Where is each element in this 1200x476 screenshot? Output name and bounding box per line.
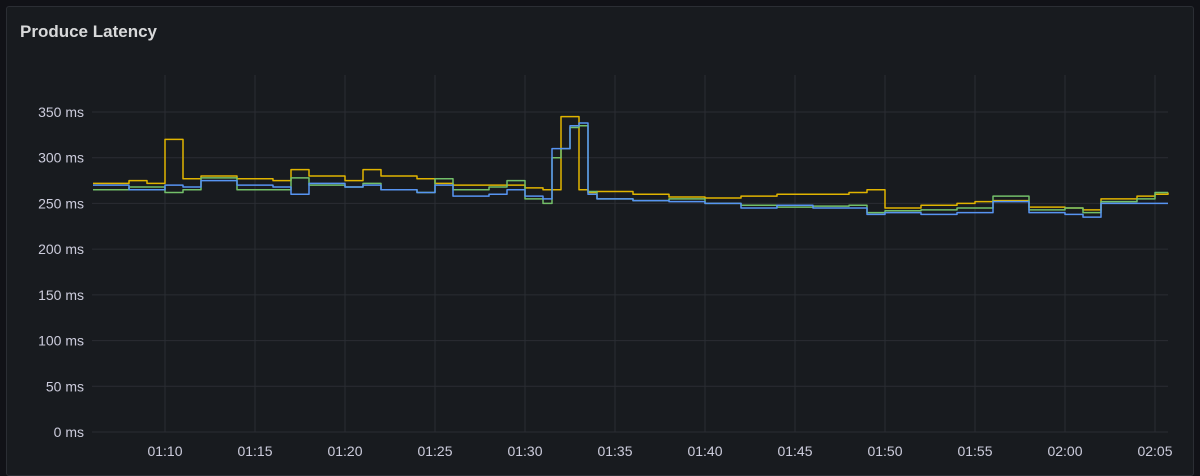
x-tick-label: 01:10 bbox=[147, 443, 182, 459]
x-tick-label: 02:05 bbox=[1137, 443, 1172, 459]
y-tick-label: 0 ms bbox=[54, 424, 84, 440]
x-tick-label: 01:20 bbox=[327, 443, 362, 459]
x-tick-label: 01:15 bbox=[237, 443, 272, 459]
y-tick-label: 100 ms bbox=[38, 333, 84, 349]
x-tick-label: 01:45 bbox=[777, 443, 812, 459]
latency-chart: 0 ms 50 ms 100 ms 150 ms 200 ms 250 ms 300 ms 3… bbox=[38, 75, 1173, 459]
y-tick-label: 150 ms bbox=[38, 287, 84, 303]
y-tick-label: 350 ms bbox=[38, 104, 84, 120]
x-tick-label: 01:35 bbox=[597, 443, 632, 459]
x-tick-label: 02:00 bbox=[1047, 443, 1082, 459]
x-tick-label: 01:30 bbox=[507, 443, 542, 459]
x-tick-label: 01:50 bbox=[867, 443, 902, 459]
y-tick-label: 200 ms bbox=[38, 241, 84, 257]
y-tick-label: 300 ms bbox=[38, 150, 84, 166]
y-tick-label: 250 ms bbox=[38, 195, 84, 211]
x-tick-label: 01:40 bbox=[687, 443, 722, 459]
y-tick-label: 50 ms bbox=[46, 378, 84, 394]
x-tick-label: 01:25 bbox=[417, 443, 452, 459]
x-tick-label: 01:55 bbox=[957, 443, 992, 459]
